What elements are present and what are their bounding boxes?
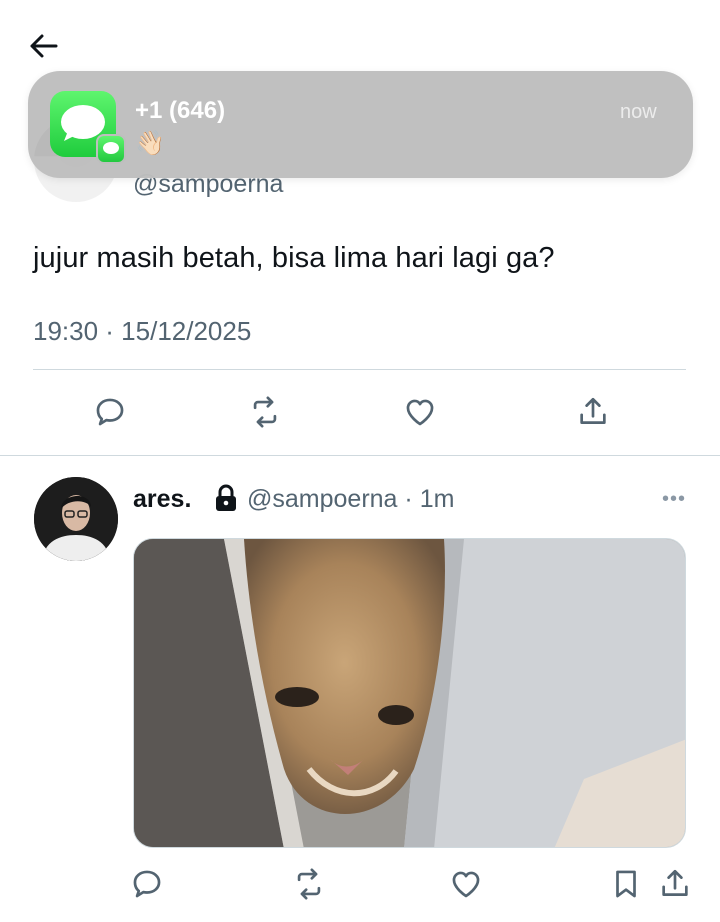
- bookmark-icon[interactable]: [606, 864, 646, 904]
- lock-icon: [214, 484, 238, 512]
- tweet-text: jujur masih betah, bisa lima hari lagi g…: [33, 242, 555, 274]
- like-icon[interactable]: [400, 392, 440, 432]
- retweet-icon[interactable]: [245, 392, 285, 432]
- retweet-icon[interactable]: [289, 864, 329, 904]
- divider: [0, 455, 720, 456]
- author-handle[interactable]: @sampoerna · 1m: [247, 485, 454, 514]
- reply-icon[interactable]: [90, 392, 130, 432]
- notification-message: 👋🏻: [135, 130, 165, 157]
- avatar[interactable]: [34, 477, 118, 561]
- divider: [33, 369, 686, 370]
- tweet-media-image[interactable]: [133, 538, 686, 848]
- notification-sender: +1 (646): [135, 97, 226, 124]
- share-icon[interactable]: [655, 864, 695, 904]
- share-icon[interactable]: [573, 392, 613, 432]
- notification-banner[interactable]: [28, 71, 693, 178]
- like-icon[interactable]: [446, 864, 486, 904]
- display-name[interactable]: ares.: [133, 485, 191, 514]
- tweet-time: 1m: [419, 485, 455, 513]
- tweet-timestamp[interactable]: 19:30 · 15/12/2025: [33, 316, 251, 347]
- reply-icon[interactable]: [127, 864, 167, 904]
- more-options-icon[interactable]: •••: [662, 488, 686, 511]
- notification-time: now: [620, 101, 657, 123]
- back-arrow-icon[interactable]: [26, 28, 62, 64]
- messages-badge-icon: [96, 134, 126, 164]
